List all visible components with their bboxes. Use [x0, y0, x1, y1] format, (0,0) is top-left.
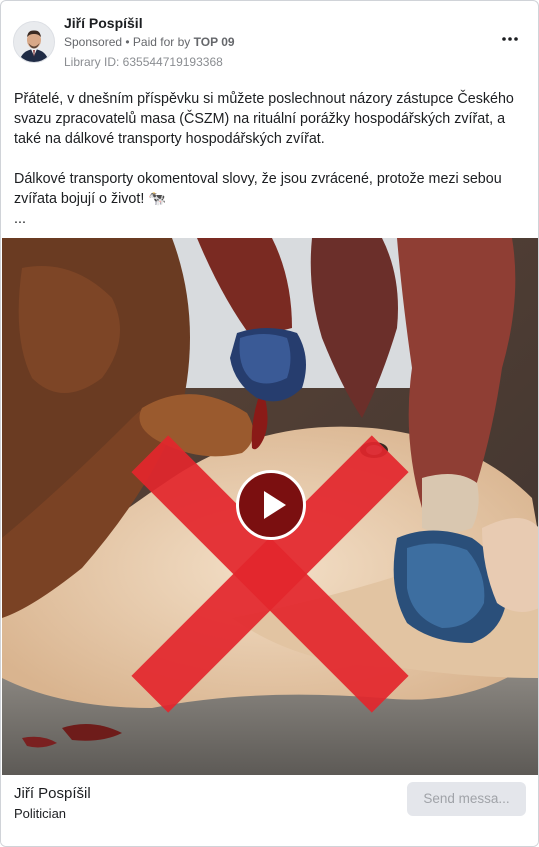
sponsored-line: Sponsored • Paid for by TOP 09	[64, 35, 235, 49]
author-name[interactable]: Jiří Pospíšil	[64, 15, 143, 31]
post-paragraph-2: Dálkové transporty okomentoval slovy, že…	[14, 171, 502, 207]
page-name[interactable]: Jiří Pospíšil	[14, 785, 91, 802]
sponsored-label: Sponsored	[64, 35, 123, 49]
library-id: Library ID: 635544719193368	[64, 55, 223, 69]
more-dots-icon	[502, 37, 518, 41]
author-avatar[interactable]	[13, 21, 55, 63]
post-header: Jiří Pospíšil Sponsored • Paid for by TO…	[13, 13, 528, 73]
play-button[interactable]	[236, 470, 306, 540]
play-icon	[264, 491, 286, 519]
ad-footer: Jiří Pospíšil Politician Send messa...	[1, 775, 538, 846]
see-more-ellipsis[interactable]: ...	[14, 209, 524, 229]
paid-by-link[interactable]: TOP 09	[194, 35, 235, 49]
post-text: Přátelé, v dnešním příspěvku si můžete p…	[14, 89, 524, 229]
post-paragraph-1: Přátelé, v dnešním příspěvku si můžete p…	[14, 91, 514, 147]
meta-separator: •	[122, 35, 133, 49]
send-message-button[interactable]: Send messa...	[407, 782, 526, 816]
video-thumbnail[interactable]	[2, 238, 538, 775]
page-category: Politician	[14, 806, 67, 821]
more-options-button[interactable]	[498, 27, 522, 51]
paid-prefix: Paid for by	[132, 35, 194, 49]
ad-card: Jiří Pospíšil Sponsored • Paid for by TO…	[0, 0, 539, 847]
